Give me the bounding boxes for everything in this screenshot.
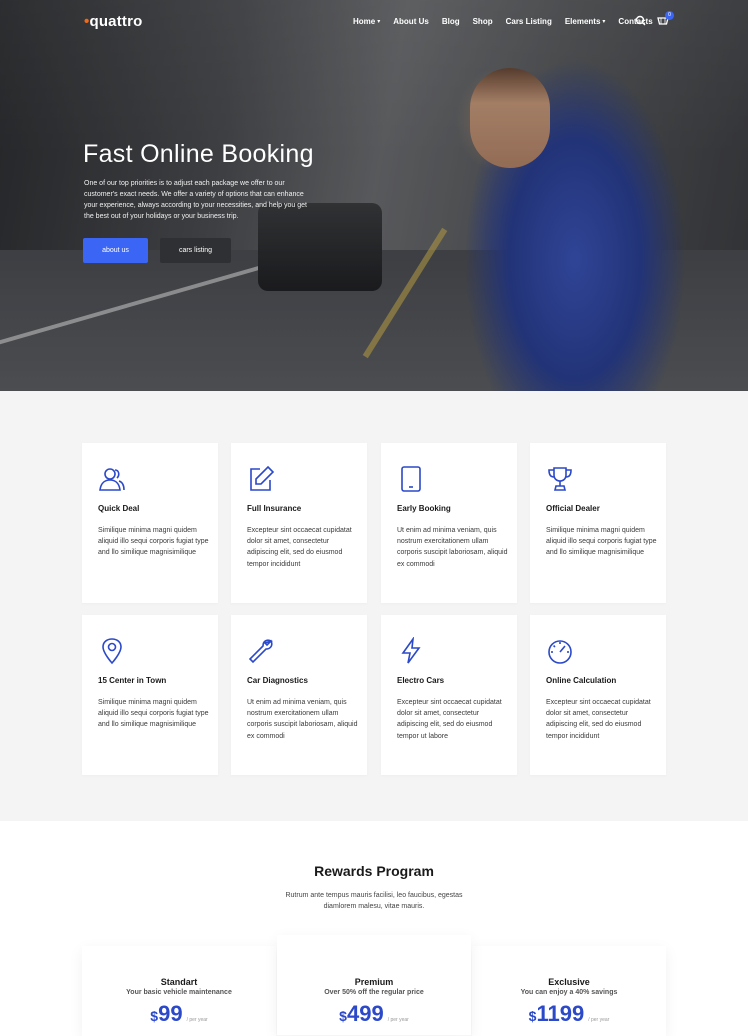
wrench-icon [247,637,275,665]
feature-title: Official Dealer [546,504,600,513]
nav-item-label: Shop [472,17,493,26]
feature-title: Full Insurance [247,504,302,513]
edit-icon [247,465,275,493]
hero-description: One of our top priorities is to adjust e… [84,180,307,220]
plan-price: $ 99 / per year [82,1001,276,1027]
trophy-icon [546,465,574,493]
feature-title: Early Booking [397,504,451,513]
feature-title: Car Diagnostics [247,676,308,685]
nav-item-label: Elements [564,17,601,26]
nav-item-label: Cars Listing [505,17,552,26]
feature-text: Similique minima magni quidem aliquid il… [546,527,657,557]
nav-item-elements[interactable]: Elements ▾ [565,17,606,26]
feature-card: Electro Cars Excepteur sint occaecat cup… [381,615,517,775]
nav-item-shop[interactable]: Shop [473,17,493,26]
price-amount: 499 [346,1001,384,1026]
feature-card: Car Diagnostics Ut enim ad minima veniam… [231,615,367,775]
pricing-card-exclusive[interactable]: Exclusive You can enjoy a 40% savings $ … [472,946,666,1036]
nav-item-cars-listing[interactable]: Cars Listing [506,17,552,26]
feature-card: Early Booking Ut enim ad minima veniam, … [381,443,517,603]
price-amount: 1199 [536,1001,585,1026]
hero-title: Fast Online Booking [83,140,314,168]
speedometer-icon [546,637,574,665]
nav-item-blog[interactable]: Blog [442,17,460,26]
plan-price: $ 499 / per year [277,1001,471,1027]
feature-text: Similique minima magni quidem aliquid il… [98,527,209,557]
logo-text: quattro [89,13,143,30]
nav-item-home[interactable]: Home ▾ [353,17,380,26]
price-amount: 99 [158,1001,183,1026]
feature-text: Similique minima magni quidem aliquid il… [98,699,209,729]
chevron-down-icon: ▾ [377,19,381,25]
feature-text: Excepteur sint occaecat cupidatat dolor … [546,699,651,740]
plan-price: $ 1199 / per year [472,1001,666,1027]
features-section: Quick Deal Similique minima magni quidem… [0,391,748,821]
feature-card: 15 Center in Town Similique minima magni… [82,615,218,775]
about-us-button[interactable]: about us [83,238,148,263]
nav-item-about-us[interactable]: About Us [393,17,429,26]
plan-name: Standart [160,977,198,987]
plan-name: Exclusive [548,977,590,987]
hero-banner: •quattro Home ▾ About Us Blog Shop Cars L… [0,0,748,391]
users-icon [98,465,126,493]
currency-symbol: $ [150,1008,159,1024]
nav-item-label: About Us [393,17,429,26]
cart-icon[interactable]: 0 [656,11,674,28]
rewards-subtitle: Rutrum ante tempus mauris facilisi, leo … [285,892,463,910]
cart-count-badge: 0 [665,11,674,20]
feature-card: Online Calculation Excepteur sint occaec… [530,615,666,775]
feature-card: Full Insurance Excepteur sint occaecat c… [231,443,367,603]
feature-title: Electro Cars [397,676,445,685]
feature-text: Excepteur sint occaecat cupidatat dolor … [397,699,502,740]
feature-text: Ut enim ad minima veniam, quis nostrum e… [397,527,508,568]
feature-card: Quick Deal Similique minima magni quidem… [82,443,218,603]
pricing-card-premium[interactable]: Premium Over 50% off the regular price $… [277,935,471,1035]
nav-menu: Home ▾ About Us Blog Shop Cars Listing El… [353,17,653,26]
nav-icons: 0 [634,11,674,28]
top-navigation: •quattro Home ▾ About Us Blog Shop Cars L… [0,0,748,44]
feature-text: Excepteur sint occaecat cupidatat dolor … [247,527,352,568]
feature-text: Ut enim ad minima veniam, quis nostrum e… [247,699,358,740]
pricing-card-standart[interactable]: Standart Your basic vehicle maintenance … [82,946,276,1036]
feature-card: Official Dealer Similique minima magni q… [530,443,666,603]
search-icon[interactable] [634,14,648,28]
price-period: / per year [588,1017,610,1023]
logo[interactable]: •quattro [84,13,143,30]
currency-symbol: $ [339,1008,347,1024]
feature-title: 15 Center in Town [98,676,167,685]
price-period: / per year [186,1017,208,1023]
feature-title: Online Calculation [546,676,617,685]
map-pin-icon [98,637,126,665]
feature-title: Quick Deal [98,504,140,513]
nav-item-label: Blog [441,17,460,26]
tablet-icon [397,465,425,493]
plan-name: Premium [354,977,394,987]
nav-item-label: Home [353,17,376,26]
currency-symbol: $ [528,1008,537,1024]
plan-description: Over 50% off the regular price [324,989,424,996]
lightning-icon [397,636,425,665]
rewards-title: Rewards Program [314,863,434,879]
chevron-down-icon: ▾ [602,19,606,25]
price-period: / per year [387,1017,409,1023]
plan-description: Your basic vehicle maintenance [126,989,232,996]
cars-listing-button[interactable]: cars listing [160,238,231,263]
plan-description: You can enjoy a 40% savings [520,989,618,996]
